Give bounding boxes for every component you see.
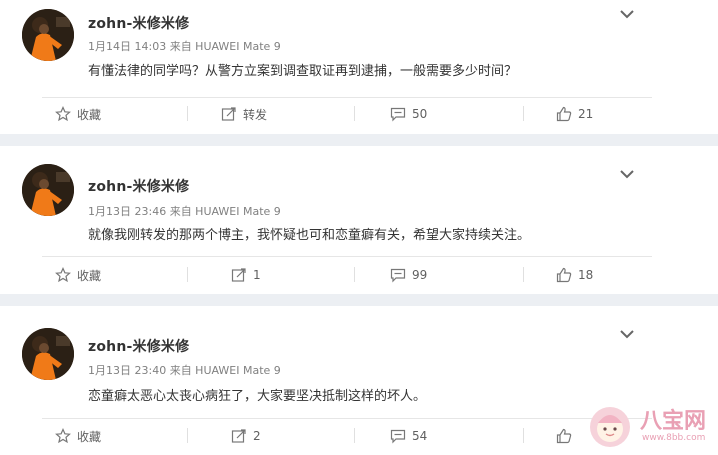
action-separator: [187, 267, 188, 282]
action-separator: [523, 428, 524, 443]
repost-button[interactable]: 2: [231, 425, 261, 447]
weibo-post: zohn-米修米修 1月13日 23:46 来自 HUAWEI Mate 9 就…: [0, 146, 718, 286]
star-icon: [55, 267, 71, 283]
repost-icon: [221, 107, 236, 121]
comment-button[interactable]: 99: [390, 264, 427, 286]
watermark-url: www.8bb.com: [642, 433, 706, 443]
comment-count: 54: [412, 429, 428, 443]
divider: [42, 256, 652, 257]
favorite-button[interactable]: 收藏: [55, 103, 101, 125]
like-count: 21: [578, 107, 594, 121]
repost-count: 1: [253, 268, 261, 282]
thumbs-up-icon: [556, 106, 572, 122]
thumbs-up-icon: [556, 267, 572, 283]
action-separator: [354, 106, 355, 121]
action-separator: [523, 267, 524, 282]
star-icon: [55, 106, 71, 122]
comment-button[interactable]: 50: [390, 103, 427, 125]
chevron-down-icon[interactable]: [617, 166, 637, 182]
post-content: 恋童癖太恶心太丧心病狂了，大家要坚决抵制这样的坏人。: [88, 389, 427, 404]
avatar[interactable]: [22, 328, 74, 380]
post-separator: [0, 134, 718, 146]
username[interactable]: zohn-米修米修: [88, 176, 189, 196]
comment-icon: [390, 429, 406, 444]
action-separator: [354, 267, 355, 282]
divider: [42, 97, 652, 98]
chevron-down-icon[interactable]: [617, 6, 637, 22]
repost-count: 2: [253, 429, 261, 443]
comment-count: 50: [412, 107, 428, 121]
username[interactable]: zohn-米修米修: [88, 336, 189, 356]
avatar[interactable]: [22, 9, 74, 61]
like-count: 18: [578, 268, 594, 282]
avatar[interactable]: [22, 164, 74, 216]
repost-icon: [231, 268, 246, 282]
favorite-button[interactable]: 收藏: [55, 264, 101, 286]
post-content: 就像我刚转发的那两个博主，我怀疑也可和恋童癖有关，希望大家持续关注。: [88, 228, 531, 243]
thumbs-up-icon: [556, 428, 572, 444]
action-bar: 收藏 1 99 18: [0, 264, 718, 288]
like-button[interactable]: [556, 425, 578, 447]
action-separator: [187, 428, 188, 443]
action-separator: [523, 106, 524, 121]
repost-icon: [231, 429, 246, 443]
weibo-post: zohn-米修米修 1月14日 14:03 来自 HUAWEI Mate 9 有…: [0, 0, 718, 134]
comment-count: 99: [412, 268, 428, 282]
watermark: 八宝网 www.8bb.com: [584, 401, 710, 449]
like-button[interactable]: 21: [556, 103, 593, 125]
repost-label: 转发: [243, 107, 268, 122]
comment-icon: [390, 268, 406, 283]
divider: [42, 418, 652, 419]
favorite-label: 收藏: [77, 268, 102, 283]
post-meta: 1月13日 23:46 来自 HUAWEI Mate 9: [88, 205, 281, 218]
favorite-label: 收藏: [77, 429, 102, 444]
repost-button[interactable]: 转发: [221, 103, 267, 125]
action-separator: [354, 428, 355, 443]
baby-logo-icon: [590, 407, 630, 447]
post-separator: [0, 294, 718, 306]
star-icon: [55, 428, 71, 444]
post-meta: 1月14日 14:03 来自 HUAWEI Mate 9: [88, 40, 281, 53]
post-meta: 1月13日 23:40 来自 HUAWEI Mate 9: [88, 364, 281, 377]
watermark-text: 八宝网: [640, 409, 707, 434]
favorite-button[interactable]: 收藏: [55, 425, 101, 447]
repost-button[interactable]: 1: [231, 264, 261, 286]
comment-button[interactable]: 54: [390, 425, 427, 447]
favorite-label: 收藏: [77, 107, 102, 122]
action-bar: 收藏 转发 50 21: [0, 103, 718, 127]
chevron-down-icon[interactable]: [617, 326, 637, 342]
username[interactable]: zohn-米修米修: [88, 13, 189, 33]
action-separator: [187, 106, 188, 121]
post-content: 有懂法律的同学吗？从警方立案到调查取证再到逮捕，一般需要多少时间？: [88, 64, 518, 79]
comment-icon: [390, 107, 406, 122]
like-button[interactable]: 18: [556, 264, 593, 286]
